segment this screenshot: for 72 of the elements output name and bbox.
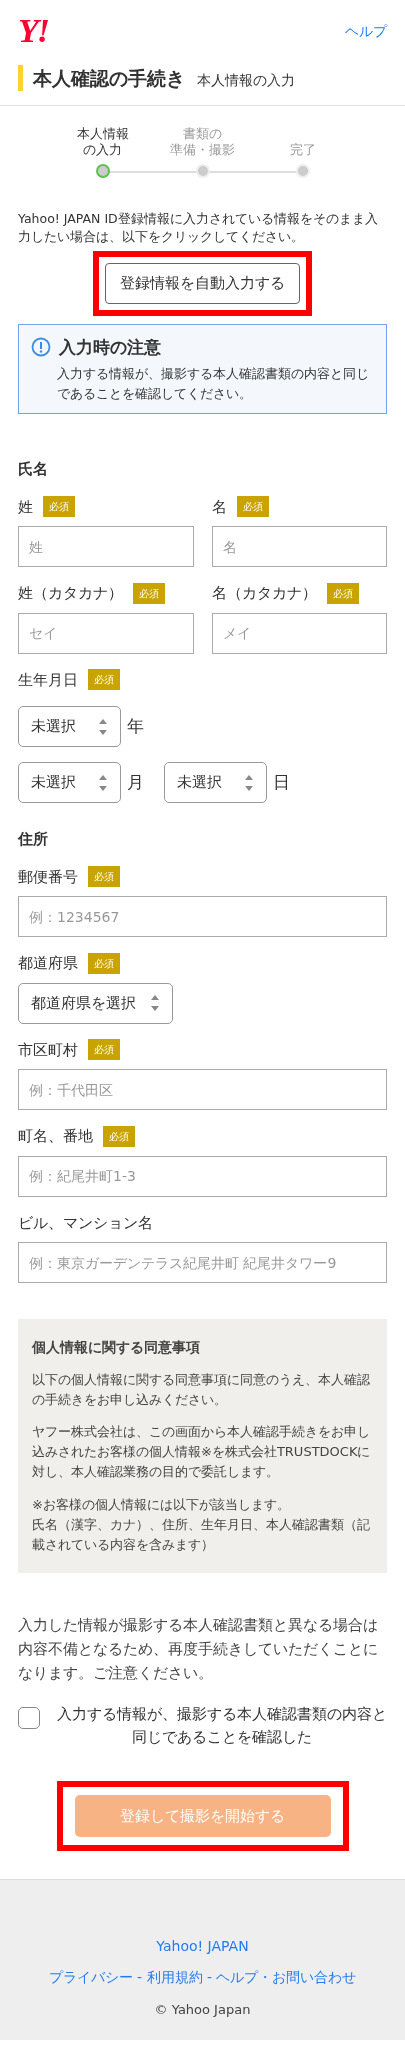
text-field[interactable]: メイ bbox=[211, 612, 387, 654]
field-label: 名 bbox=[211, 496, 227, 518]
text-field[interactable]: 名 bbox=[211, 526, 387, 567]
field-label: 郵便番号 bbox=[18, 866, 78, 888]
step-label: 書類の bbox=[183, 126, 222, 142]
consent-paragraph: ※お客様の個人情報には以下が該当します。 bbox=[32, 1495, 291, 1514]
field-label: 都道府県 bbox=[18, 953, 78, 974]
text-field[interactable]: 例：紀尾井町1-3 bbox=[18, 1155, 387, 1197]
required-badge: 必須 bbox=[88, 952, 120, 974]
section-heading: 住所 bbox=[18, 829, 49, 850]
checkbox[interactable] bbox=[18, 1707, 40, 1730]
help-link[interactable]: ヘルプ bbox=[345, 20, 387, 42]
unit-label: 日 bbox=[273, 770, 290, 794]
copyright: © Yahoo Japan bbox=[153, 2001, 252, 2020]
notice-text: 入力する情報が、撮影する本人確認書類の内容と同じであることを確認してください。 bbox=[56, 365, 370, 403]
separator: - bbox=[205, 1968, 213, 1985]
text-field[interactable]: 姓 bbox=[18, 526, 194, 567]
field-label: 町名、番地 bbox=[18, 1126, 93, 1147]
step-label: 本人情報 bbox=[76, 126, 129, 142]
up-down-arrows-icon bbox=[150, 994, 160, 1012]
title-accent-bar bbox=[18, 65, 23, 92]
field-label: 姓（カタカナ） bbox=[18, 583, 123, 604]
required-badge: 必須 bbox=[326, 582, 359, 604]
select-field[interactable]: 未選択 bbox=[164, 762, 267, 803]
footer-link[interactable]: ヘルプ bbox=[216, 1968, 259, 1985]
text-field[interactable]: 例：千代田区 bbox=[18, 1069, 387, 1110]
required-badge: 必須 bbox=[43, 496, 75, 518]
step-label: 準備・撮影 bbox=[170, 141, 235, 158]
select-field[interactable]: 未選択 bbox=[18, 762, 121, 803]
required-badge: 必須 bbox=[88, 866, 120, 888]
autofill-button[interactable]: 登録情報を自動入力する bbox=[105, 263, 300, 304]
field-label: 名（カタカナ） bbox=[211, 583, 317, 604]
separator: - bbox=[136, 1968, 144, 1985]
select-field[interactable]: 未選択 bbox=[18, 706, 121, 747]
warning-icon bbox=[31, 337, 51, 358]
step-label: の入力 bbox=[83, 141, 122, 158]
consent-paragraph: 氏名（漢字、カナ）、住所、生年月日、本人確認書類（記載されている内容を含みます） bbox=[32, 1515, 371, 1554]
footer-link[interactable]: お問い合わせ bbox=[272, 1968, 357, 1985]
text-field[interactable]: 例：1234567 bbox=[18, 896, 387, 937]
page-title: 本人確認の手続き bbox=[33, 66, 185, 91]
unit-label: 月 bbox=[127, 770, 144, 794]
brand-link[interactable]: Yahoo! JAPAN bbox=[156, 1938, 249, 1955]
notice-title: 入力時の注意 bbox=[59, 335, 161, 359]
text-field[interactable]: セイ bbox=[18, 612, 194, 654]
field-label: 姓 bbox=[18, 496, 33, 518]
footer-link[interactable]: プライバシー bbox=[48, 1968, 133, 1985]
consent-paragraph: 以下の個人情報に関する同意事項に同意のうえ、本人確認の手続きをお申し込みください。 bbox=[32, 1370, 371, 1410]
up-down-arrows-icon bbox=[244, 773, 254, 792]
required-badge: 必須 bbox=[133, 582, 165, 604]
unit-label: 年 bbox=[127, 714, 144, 738]
up-down-arrows-icon bbox=[98, 773, 108, 792]
page-subtitle: 本人情報の入力 bbox=[197, 71, 295, 90]
text-field[interactable]: 例：東京ガーデンテラス紀尾井町 紀尾井タワー9 bbox=[18, 1242, 387, 1283]
required-badge: 必須 bbox=[236, 496, 269, 518]
consent-paragraph: ヤフー株式会社は、この画面から本人確認手続きをお申し込みされたお客様の個人情報※を株式会社TRUSTDOCKに対し、本人確認業務の目的で委託します。 bbox=[32, 1423, 372, 1482]
separator: ・ bbox=[258, 1968, 273, 1985]
consent-title: 個人情報に関する同意事項 bbox=[32, 1338, 201, 1357]
required-badge: 必須 bbox=[103, 1125, 135, 1147]
up-down-arrows-icon bbox=[98, 717, 108, 736]
section-heading: 氏名 bbox=[18, 459, 49, 480]
select-field[interactable]: 都道府県を選択 bbox=[18, 982, 173, 1024]
required-badge: 必須 bbox=[88, 1039, 120, 1061]
field-label: 市区町村 bbox=[18, 1039, 78, 1061]
warning-text: 入力した情報が撮影する本人確認書類と異なる場合は内容不備となるため、再度手続きしていただくことになります。ご注意ください。 bbox=[18, 1615, 379, 1685]
footer-link[interactable]: 利用規約 bbox=[146, 1968, 203, 1985]
checkbox-label: 入力する情報が、撮影する本人確認書類の内容と同じであることを確認した bbox=[56, 1705, 387, 1748]
autofill-instructions: Yahoo! JAPAN ID登録情報に入力されている情報をそのまま入力したい場合は、以下をクリックしてください。 bbox=[18, 209, 379, 247]
field-label: ビル、マンション名 bbox=[18, 1212, 153, 1234]
field-label: 生年月日 bbox=[18, 669, 78, 691]
logo[interactable]: Y! bbox=[18, 14, 48, 48]
required-badge: 必須 bbox=[88, 669, 120, 691]
step-label: 完了 bbox=[289, 141, 316, 158]
